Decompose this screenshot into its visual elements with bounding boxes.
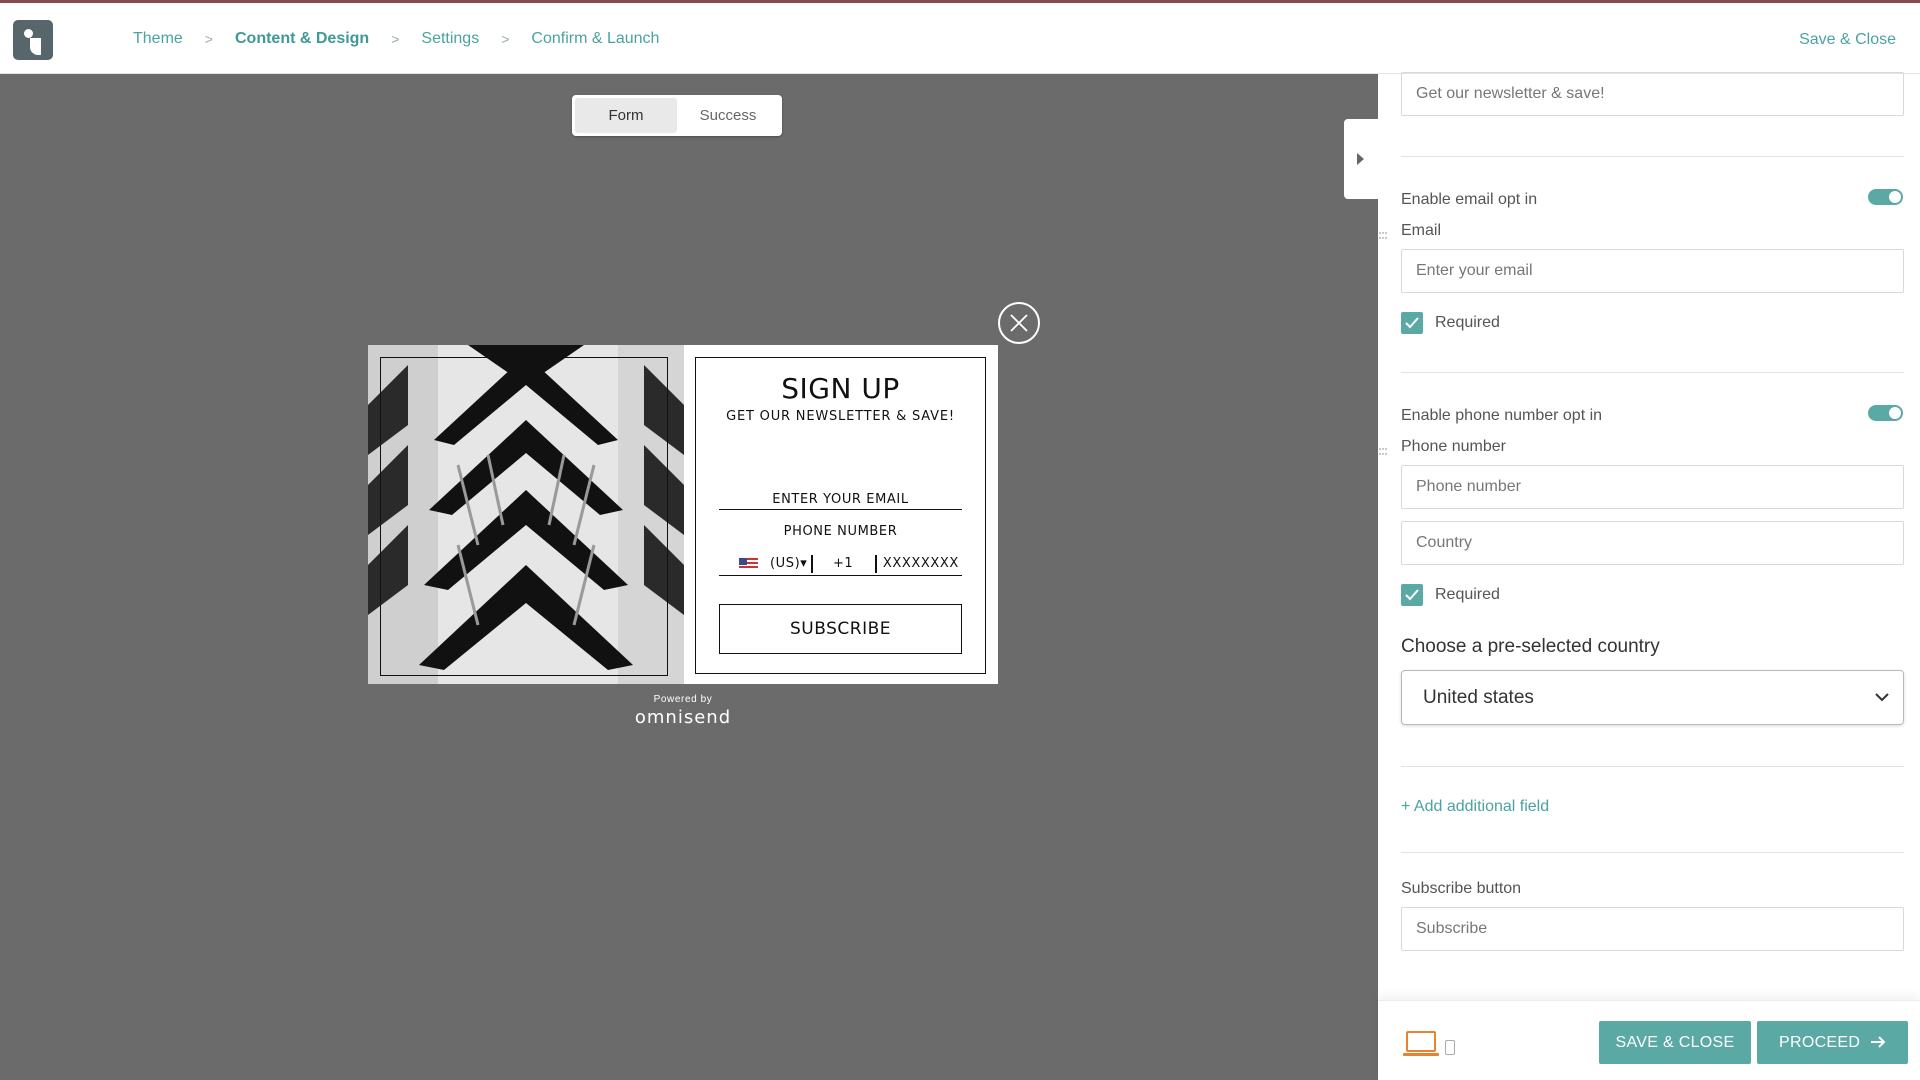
email-optin-toggle[interactable] bbox=[1868, 189, 1903, 205]
country-select-value: United states bbox=[1423, 686, 1534, 708]
chevron-right-icon: > bbox=[391, 31, 400, 47]
email-optin-label: Enable email opt in bbox=[1401, 191, 1538, 208]
bottom-action-bar: SAVE & CLOSE PROCEED bbox=[1378, 1000, 1920, 1080]
caret-right-icon bbox=[1357, 153, 1364, 165]
email-field-label: Email bbox=[1401, 222, 1442, 239]
close-icon[interactable] bbox=[998, 302, 1040, 344]
photo-frame bbox=[380, 357, 668, 676]
phone-field-label: Phone number bbox=[1401, 438, 1506, 455]
step-content-design[interactable]: Content & Design bbox=[235, 30, 369, 48]
email-required-label: Required bbox=[1435, 314, 1500, 331]
tab-form[interactable]: Form bbox=[575, 98, 677, 133]
top-navigation: Theme > Content & Design > Settings > Co… bbox=[0, 0, 1920, 74]
settings-panel: Get our newsletter & save! Enable email … bbox=[1378, 72, 1920, 1080]
phone-placeholder-input[interactable]: Phone number bbox=[1401, 465, 1904, 509]
popup-subscribe-button[interactable]: SUBSCRIBE bbox=[719, 604, 962, 654]
dial-code: +1 bbox=[832, 556, 854, 571]
powered-by-omnisend: Powered by omnisend bbox=[620, 694, 746, 728]
mobile-icon[interactable] bbox=[1445, 1040, 1455, 1055]
subtitle-input[interactable]: Get our newsletter & save! bbox=[1401, 72, 1904, 116]
country-placeholder-input[interactable]: Country bbox=[1401, 521, 1904, 565]
us-flag-icon bbox=[739, 557, 758, 570]
popup-email-input[interactable]: ENTER YOUR EMAIL bbox=[719, 492, 962, 510]
drag-handle-icon[interactable] bbox=[1379, 445, 1387, 463]
subscribe-button-input[interactable]: Subscribe bbox=[1401, 907, 1904, 951]
step-settings[interactable]: Settings bbox=[421, 30, 479, 48]
preview-toggle: Form Success bbox=[572, 95, 782, 136]
email-placeholder-input[interactable]: Enter your email bbox=[1401, 249, 1904, 293]
step-theme[interactable]: Theme bbox=[133, 30, 183, 48]
save-close-button[interactable]: SAVE & CLOSE bbox=[1599, 1021, 1751, 1064]
proceed-label: PROCEED bbox=[1779, 1033, 1861, 1051]
building-photo bbox=[368, 345, 684, 684]
chevron-right-icon: > bbox=[204, 31, 213, 47]
phone-optin-toggle[interactable] bbox=[1868, 405, 1903, 421]
signup-form-box: SIGN UP GET OUR NEWSLETTER & SAVE! ENTER… bbox=[695, 357, 986, 674]
country-heading: Choose a pre-selected country bbox=[1401, 636, 1660, 657]
email-required-checkbox[interactable] bbox=[1401, 312, 1423, 334]
popup-title: SIGN UP bbox=[781, 372, 900, 405]
tab-success[interactable]: Success bbox=[677, 98, 779, 133]
popup-phone-input[interactable]: (US)▾ +1 XXXXXXXX bbox=[719, 552, 962, 576]
step-confirm-launch[interactable]: Confirm & Launch bbox=[531, 30, 659, 48]
omnisend-wordmark: omnisend bbox=[634, 707, 732, 728]
country-select[interactable]: United states bbox=[1401, 670, 1904, 725]
omnisend-logo-icon[interactable] bbox=[13, 20, 53, 60]
proceed-button[interactable]: PROCEED bbox=[1757, 1021, 1908, 1064]
chevron-right-icon: > bbox=[501, 31, 510, 47]
powered-by-text: Powered by bbox=[653, 694, 713, 705]
phone-required-label: Required bbox=[1435, 586, 1500, 603]
drag-handle-icon[interactable] bbox=[1379, 229, 1387, 247]
phone-required-checkbox[interactable] bbox=[1401, 584, 1423, 606]
subscribe-button-label: Subscribe button bbox=[1401, 880, 1522, 897]
chevron-down-icon bbox=[1875, 693, 1889, 702]
phone-placeholder: XXXXXXXX bbox=[882, 556, 959, 571]
breadcrumb: Theme > Content & Design > Settings > Co… bbox=[133, 30, 659, 48]
phone-optin-label: Enable phone number opt in bbox=[1401, 407, 1603, 424]
popup-preview: SIGN UP GET OUR NEWSLETTER & SAVE! ENTER… bbox=[368, 345, 998, 684]
arrow-right-icon bbox=[1871, 1036, 1886, 1048]
add-field-link[interactable]: + Add additional field bbox=[1401, 798, 1549, 816]
country-code-select[interactable]: (US)▾ bbox=[770, 556, 807, 571]
popup-phone-label: PHONE NUMBER bbox=[783, 524, 898, 539]
collapse-panel-button[interactable] bbox=[1344, 119, 1378, 199]
save-close-link[interactable]: Save & Close bbox=[1799, 31, 1896, 49]
popup-subtitle: GET OUR NEWSLETTER & SAVE! bbox=[726, 409, 955, 424]
desktop-icon[interactable] bbox=[1403, 1031, 1439, 1056]
